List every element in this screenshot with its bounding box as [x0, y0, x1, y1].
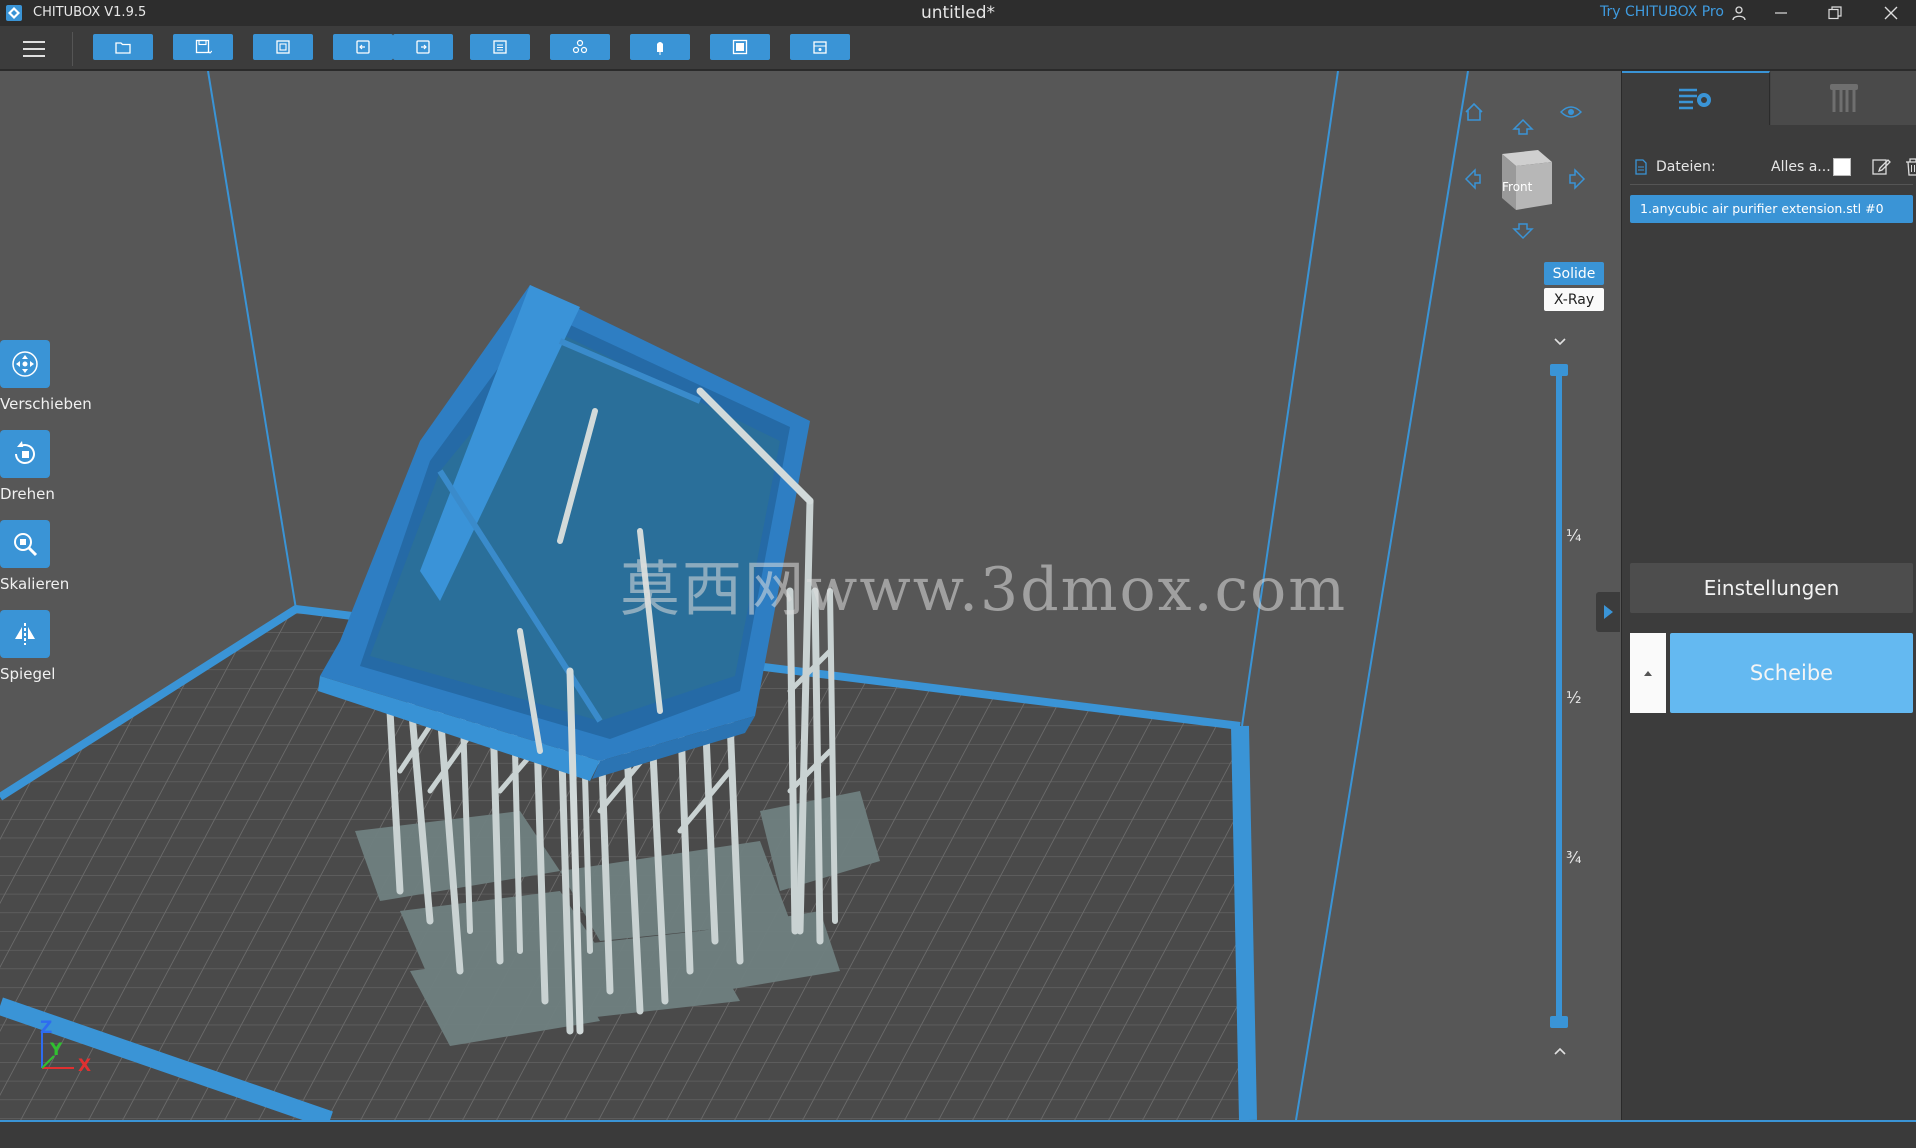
scale-tool-label: Skalieren: [0, 575, 70, 593]
tab-settings[interactable]: [1622, 71, 1770, 125]
close-icon: [1884, 6, 1898, 20]
view-down-arrow-icon[interactable]: [1512, 222, 1534, 240]
open-folder-icon: [115, 42, 131, 54]
edit-icon[interactable]: [1871, 157, 1891, 177]
layer-slider-bottom-handle[interactable]: [1550, 1016, 1568, 1028]
trash-icon[interactable]: [1904, 157, 1916, 177]
layer-slider-track[interactable]: [1556, 368, 1562, 1022]
view-cube-graphic: [1502, 150, 1552, 210]
mirror-tool-label: Spiegel: [0, 665, 56, 683]
home-view-icon[interactable]: [1463, 101, 1485, 123]
drill-button[interactable]: [790, 34, 850, 60]
tab-supports[interactable]: [1771, 71, 1916, 125]
status-bar: [0, 1120, 1916, 1148]
triangle-up-icon: [1644, 671, 1652, 676]
arrange-button[interactable]: [550, 34, 610, 60]
xray-mode-button[interactable]: X-Ray: [1544, 288, 1604, 311]
move-tool-label: Verschieben: [0, 395, 92, 413]
files-label: Dateien:: [1656, 159, 1716, 175]
hollow-button[interactable]: [710, 34, 770, 60]
drill-icon: [813, 41, 827, 54]
file-icon: [1635, 159, 1647, 175]
panel-collapse-button[interactable]: [1596, 592, 1620, 632]
restore-icon: [1828, 6, 1842, 20]
files-header: Dateien: Alles a...: [1634, 157, 1916, 179]
file-list-item[interactable]: 1.anycubic air purifier extension.stl #0: [1630, 195, 1913, 223]
mirror-icon: [15, 623, 35, 645]
layer-slider-top-handle[interactable]: [1550, 364, 1568, 376]
3d-viewport[interactable]: 莫西网www.3dmox.com: [0, 71, 1621, 1120]
mirror-tool[interactable]: Spiegel: [0, 610, 80, 683]
mirror-tool-icon-box: [0, 610, 50, 658]
rotate-tool-label: Drehen: [0, 485, 55, 503]
user-icon: [1732, 6, 1746, 21]
slice-button[interactable]: Scheibe: [1670, 633, 1913, 713]
supports-icon: [1830, 84, 1858, 112]
undo-button[interactable]: [333, 34, 393, 60]
toolbar-divider: [72, 32, 73, 66]
redo-icon: [416, 40, 430, 54]
view-left-arrow-icon[interactable]: [1464, 168, 1482, 190]
files-separator: [1630, 184, 1913, 185]
hamburger-line: [23, 48, 45, 50]
eye-icon[interactable]: [1560, 104, 1582, 120]
main-toolbar: [0, 26, 1916, 70]
slider-tick-half: ½: [1566, 688, 1582, 707]
export-button[interactable]: [253, 34, 313, 60]
triangle-right-icon: [1604, 605, 1613, 619]
hollow-icon: [732, 39, 748, 55]
scale-tool[interactable]: Skalieren: [0, 520, 80, 593]
chevron-up-icon[interactable]: [1550, 1044, 1570, 1058]
layers-icon: [493, 40, 507, 54]
title-bar: CHITUBOX V1.9.5 untitled* Try CHITUBOX P…: [0, 0, 1916, 26]
rotate-icon: [15, 441, 35, 464]
close-button[interactable]: [1868, 0, 1914, 26]
scale-icon: [14, 533, 38, 557]
view-up-arrow-icon[interactable]: [1512, 118, 1534, 136]
slice-options-button[interactable]: [1630, 633, 1666, 713]
move-tool-icon-box: [0, 340, 50, 388]
rotate-tool-icon-box: [0, 430, 50, 478]
solid-mode-button[interactable]: Solide: [1544, 262, 1604, 285]
select-all-checkbox[interactable]: [1833, 158, 1851, 176]
rotate-tool[interactable]: Drehen: [0, 430, 80, 503]
user-account-button[interactable]: [1716, 0, 1762, 26]
settings-list-icon: [1678, 88, 1711, 110]
view-cube-front-label: Front: [1502, 180, 1533, 194]
axis-x-label: X: [78, 1056, 92, 1076]
open-file-button[interactable]: [93, 34, 153, 60]
move-tool[interactable]: Verschieben: [0, 340, 92, 413]
scale-tool-icon-box: [0, 520, 50, 568]
restore-button[interactable]: [1812, 0, 1858, 26]
slider-tick-three-quarter: ¾: [1566, 848, 1582, 867]
undo-icon: [356, 40, 370, 54]
right-panel: Dateien: Alles a... 1.anycubic air purif…: [1621, 71, 1916, 1120]
hamburger-line: [23, 41, 45, 43]
watermark-text: 莫西网www.3dmox.com: [620, 555, 1348, 625]
export-icon: [276, 40, 290, 54]
axis-z-label: Z: [40, 1018, 53, 1038]
arrange-icon: [572, 39, 588, 54]
support-icon: [657, 42, 663, 55]
try-pro-link[interactable]: Try CHITUBOX Pro: [1600, 4, 1724, 20]
select-all-label: Alles a...: [1771, 159, 1831, 175]
slider-tick-quarter: ¼: [1566, 526, 1582, 545]
minimize-icon: [1775, 12, 1787, 14]
hamburger-line: [23, 55, 45, 57]
save-icon: [195, 39, 212, 54]
axis-gizmo: Z Y X: [34, 1018, 104, 1078]
chevron-down-icon[interactable]: [1550, 335, 1570, 349]
move-icon: [12, 351, 38, 377]
settings-button[interactable]: Einstellungen: [1630, 563, 1913, 613]
minimize-button[interactable]: [1758, 0, 1804, 26]
save-button[interactable]: [173, 34, 233, 60]
view-cube[interactable]: Front: [1490, 144, 1560, 214]
panel-tabs: [1622, 71, 1916, 125]
axis-y-label: Y: [50, 1040, 63, 1060]
redo-button[interactable]: [393, 34, 453, 60]
hamburger-menu-button[interactable]: [14, 34, 54, 64]
layers-button[interactable]: [470, 34, 530, 60]
support-button[interactable]: [630, 34, 690, 60]
view-right-arrow-icon[interactable]: [1568, 168, 1586, 190]
